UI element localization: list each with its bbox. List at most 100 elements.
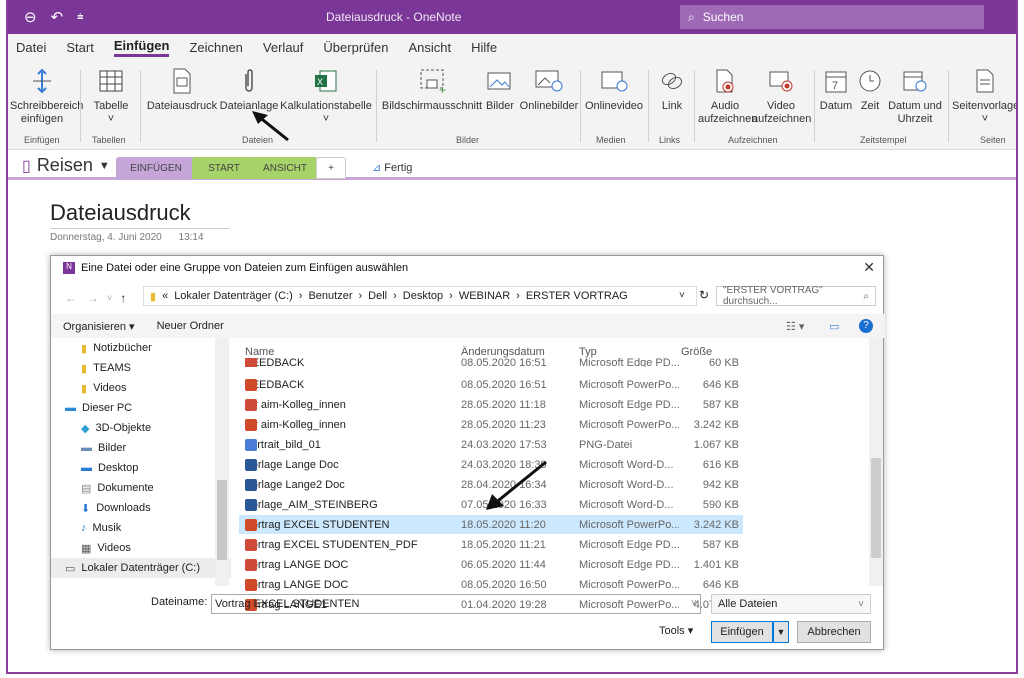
file-row[interactable]: portrait_bild_01 24.03.2020 17:53 PNG-Date… <box>239 435 743 454</box>
excel-icon: X <box>311 66 341 96</box>
page-templates-button[interactable]: Seitenvorlagen˅ <box>952 66 1016 126</box>
tree-item-videos-pc[interactable]: ▦ Videos <box>51 538 231 558</box>
organize-button[interactable]: Organisieren ▾ <box>63 320 135 333</box>
tree-item-teams[interactable]: ▮ TEAMS <box>51 358 231 378</box>
file-name-text: Vorlage_AIM_STEINBERG <box>245 498 378 511</box>
filename-dropdown-icon[interactable]: ˅ <box>691 598 697 609</box>
path-segment[interactable]: ERSTER VORTRAG <box>526 290 628 302</box>
tree-scroll-thumb[interactable] <box>217 480 227 560</box>
tab-ansicht[interactable]: Ansicht <box>408 40 451 55</box>
record-video-button[interactable]: Video aufzeichnen <box>752 66 811 126</box>
path-segment[interactable]: Lokaler Datenträger (C:) <box>174 290 293 302</box>
add-section-button[interactable]: + <box>316 157 346 179</box>
tab-datei[interactable]: Datei <box>16 40 46 55</box>
insert-button[interactable]: Einfügen <box>711 621 773 643</box>
file-row[interactable]: FEEDBACK 08.05.2020 16:51 Microsoft Edge P… <box>239 358 743 367</box>
column-name[interactable]: Name <box>245 346 455 358</box>
view-options-icon[interactable]: ☷ ▾ <box>786 320 804 333</box>
tools-button[interactable]: Tools ▾ <box>659 624 693 637</box>
file-row[interactable]: für aim-Kolleg_innen 28.05.2020 11:18 Micr… <box>239 395 743 414</box>
tree-scrollbar[interactable] <box>215 338 229 586</box>
link-button[interactable]: Link <box>652 66 692 113</box>
close-icon[interactable]: ✕ <box>863 259 875 276</box>
pictures-button[interactable]: Bilder <box>482 66 518 113</box>
tree-item-desktop[interactable]: ▬ Desktop <box>51 458 231 478</box>
undo-icon[interactable]: ↶ <box>51 8 64 26</box>
spreadsheet-button[interactable]: X Kalkulationstabelle ˅ <box>280 66 372 126</box>
customize-qat-icon[interactable]: ⩧ <box>77 11 83 24</box>
new-folder-button[interactable]: Neuer Ordner <box>157 320 224 332</box>
help-icon[interactable]: ? <box>859 319 873 333</box>
file-row[interactable]: Vortrag LANGE DOC 08.05.2020 16:50 Microso… <box>239 575 743 594</box>
preview-pane-icon[interactable]: ▭ <box>829 320 839 333</box>
section-tab-ansicht[interactable]: ANSICHT <box>252 157 318 179</box>
address-dropdown-icon[interactable]: ˅ <box>679 290 685 301</box>
column-date[interactable]: Änderungsdatum <box>461 346 571 358</box>
path-segment[interactable]: Benutzer <box>308 290 352 302</box>
filetype-select[interactable]: Alle Dateien ˅ <box>711 594 871 614</box>
date-and-time-button[interactable]: Datum und Uhrzeit <box>886 66 944 126</box>
tab-ueberpruefen[interactable]: Überprüfen <box>323 40 388 55</box>
dialog-search-input[interactable]: "ERSTER VORTRAG" durchsuch... ⌕ <box>716 285 876 307</box>
online-pictures-button[interactable]: Onlinebilder <box>518 66 580 113</box>
file-list-scroll-thumb[interactable] <box>871 458 881 558</box>
notebook-selector[interactable]: ▯ Reisen ▼ <box>22 155 110 176</box>
tab-hilfe[interactable]: Hilfe <box>471 40 497 55</box>
file-printout-button[interactable]: Dateiausdruck <box>146 66 218 113</box>
filename-input[interactable]: Vortrag EXCEL STUDENTEN <box>211 594 701 614</box>
file-attachment-button[interactable]: Dateianlage <box>218 66 280 113</box>
column-type[interactable]: Typ <box>579 346 679 358</box>
tab-einfuegen[interactable]: Einfügen <box>113 38 170 57</box>
file-list-scrollbar[interactable] <box>869 338 883 586</box>
back-icon[interactable]: ⊖ <box>24 8 37 26</box>
recent-chevron-icon[interactable]: ˅ <box>107 293 112 303</box>
address-bar[interactable]: ▮ « Lokaler Datenträger (C:) › Benutzer › … <box>143 286 697 306</box>
file-row[interactable]: Vorlage Lange Doc 24.03.2020 18:39 Microso… <box>239 455 743 474</box>
record-audio-button[interactable]: Audio aufzeichnen <box>698 66 757 126</box>
tab-verlauf[interactable]: Verlauf <box>263 40 303 55</box>
search-box[interactable]: ⌕ Suchen <box>680 5 984 29</box>
path-segment[interactable]: Desktop <box>403 290 443 302</box>
tree-item-local-disk[interactable]: ▭ Lokaler Datenträger (C:) <box>51 558 231 578</box>
tree-item-notizbuecher[interactable]: ▮ Notizbücher <box>51 338 231 358</box>
file-row[interactable]: Vortrag LANGE DOC 06.05.2020 11:44 Microso… <box>239 555 743 574</box>
tree-item-dieser-pc[interactable]: ▬ Dieser PC <box>51 398 231 418</box>
page-title[interactable]: Dateiausdruck <box>50 200 191 226</box>
forward-arrow-icon[interactable]: → <box>87 291 99 305</box>
file-row[interactable]: Vortrag EXCEL STUDENTEN_PDF 18.05.2020 11… <box>239 535 743 554</box>
tree-item-dokumente[interactable]: ▤ Dokumente <box>51 478 231 498</box>
table-button[interactable]: Tabelle ˅ <box>88 66 134 126</box>
file-row[interactable]: Vortrag EXCEL STUDENTEN 18.05.2020 11:20 M… <box>239 515 743 534</box>
tree-item-bilder[interactable]: ▬ Bilder <box>51 438 231 458</box>
file-date: 24.03.2020 18:39 <box>461 458 547 471</box>
file-date: 08.05.2020 16:51 <box>461 358 547 367</box>
section-tab-start[interactable]: START <box>192 157 256 179</box>
dialog-title-bar: N Eine Datei oder eine Gruppe von Dateie… <box>63 262 408 274</box>
file-row[interactable]: FEEDBACK 08.05.2020 16:51 Microsoft PowerP… <box>239 375 743 394</box>
screen-clipping-button[interactable]: + Bildschirmausschnitt <box>380 66 484 113</box>
back-arrow-icon[interactable]: ← <box>65 291 77 305</box>
insert-dropdown-button[interactable]: ▼ <box>773 621 789 643</box>
tree-item-videos[interactable]: ▮ Videos <box>51 378 231 398</box>
tab-start[interactable]: Start <box>66 40 93 55</box>
online-video-button[interactable]: Onlinevideo <box>584 66 644 113</box>
path-segment[interactable]: Dell <box>368 290 387 302</box>
notebook-icon: ▯ <box>22 157 31 175</box>
column-size[interactable]: Größe <box>681 346 741 358</box>
time-button[interactable]: Zeit <box>854 66 886 113</box>
up-arrow-icon[interactable]: ↑ <box>120 291 126 305</box>
insert-space-button[interactable]: Schreibbereich einfügen <box>10 66 83 126</box>
file-row[interactable]: Vorlage Lange2 Doc 28.04.2020 16:34 Micros… <box>239 475 743 494</box>
date-button[interactable]: 7 Datum <box>818 66 854 113</box>
done-button[interactable]: ⊿ Fertig <box>372 161 412 174</box>
path-segment[interactable]: WEBINAR <box>459 290 510 302</box>
file-row[interactable]: für aim-Kolleg_innen 28.05.2020 11:23 Micr… <box>239 415 743 434</box>
cancel-button[interactable]: Abbrechen <box>797 621 871 643</box>
refresh-icon[interactable]: ↻ <box>699 288 709 302</box>
tree-item-3d-objekte[interactable]: ◆ 3D-Objekte <box>51 418 231 438</box>
section-tab-einfuegen[interactable]: EINFÜGEN <box>116 157 196 179</box>
tree-item-downloads[interactable]: ⬇ Downloads <box>51 498 231 518</box>
tab-zeichnen[interactable]: Zeichnen <box>189 40 242 55</box>
file-row[interactable]: Vorlage_AIM_STEINBERG 07.05.2020 16:33 Mic… <box>239 495 743 514</box>
tree-item-musik[interactable]: ♪ Musik <box>51 518 231 538</box>
